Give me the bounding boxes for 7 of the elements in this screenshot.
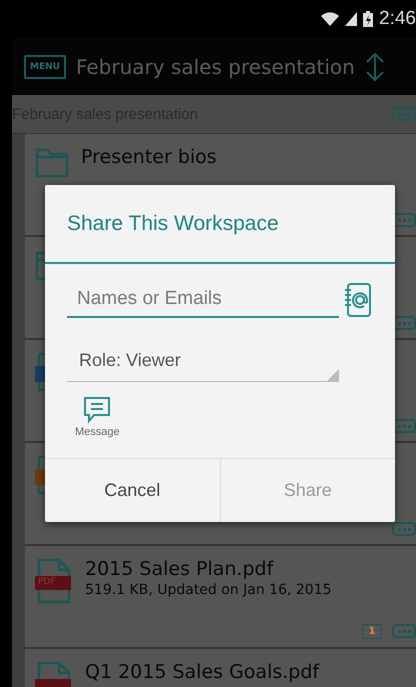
dialog-title: Share This Workspace — [45, 185, 395, 264]
file-details: 519.1 KB, Updated on Jan 16, 2015 — [85, 582, 332, 598]
status-time: 2:46 — [379, 8, 416, 30]
file-name: Presenter bios — [81, 146, 217, 168]
app-title: February sales presentation — [76, 54, 355, 78]
file-name: Q1 2015 Sales Goals.pdf — [85, 661, 320, 683]
file-name: 2015 Sales Plan.pdf — [85, 558, 275, 580]
